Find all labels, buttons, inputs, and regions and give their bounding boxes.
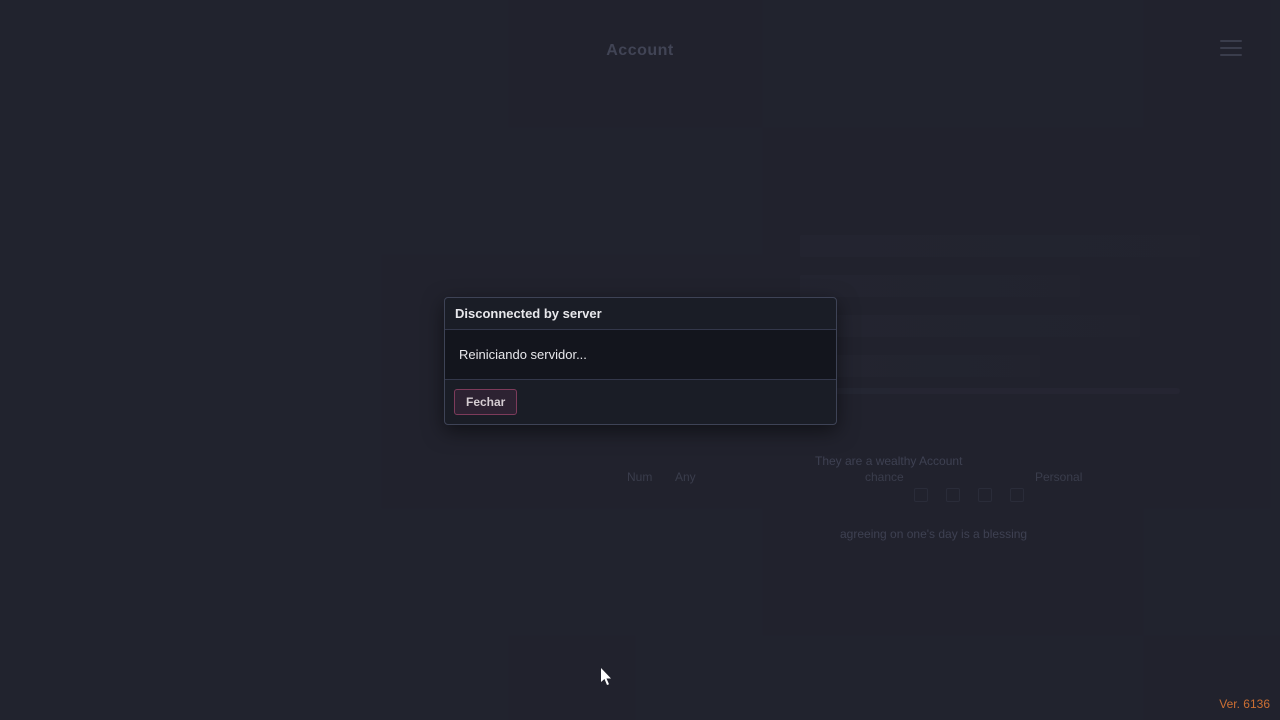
background-content xyxy=(800,235,1200,377)
disconnect-modal: Disconnected by server Reiniciando servi… xyxy=(444,297,837,425)
page-title: Account xyxy=(606,42,674,60)
close-button[interactable]: Fechar xyxy=(454,389,517,415)
background-slider xyxy=(830,388,1180,394)
version-label: Ver. 6136 xyxy=(1219,697,1270,711)
modal-title: Disconnected by server xyxy=(445,298,836,330)
background-text: agreeing on one's day is a blessing xyxy=(840,527,1027,541)
modal-message: Reiniciando servidor... xyxy=(445,330,836,379)
background-checkboxes xyxy=(914,488,1024,502)
modal-footer: Fechar xyxy=(445,379,836,424)
background-label: Num xyxy=(627,470,652,484)
hamburger-menu-icon xyxy=(1220,40,1242,56)
background-label: Any xyxy=(675,470,696,484)
background-label: Personal xyxy=(1035,470,1082,484)
background-text: They are a wealthy Account xyxy=(815,454,962,468)
background-label: chance xyxy=(865,470,904,484)
